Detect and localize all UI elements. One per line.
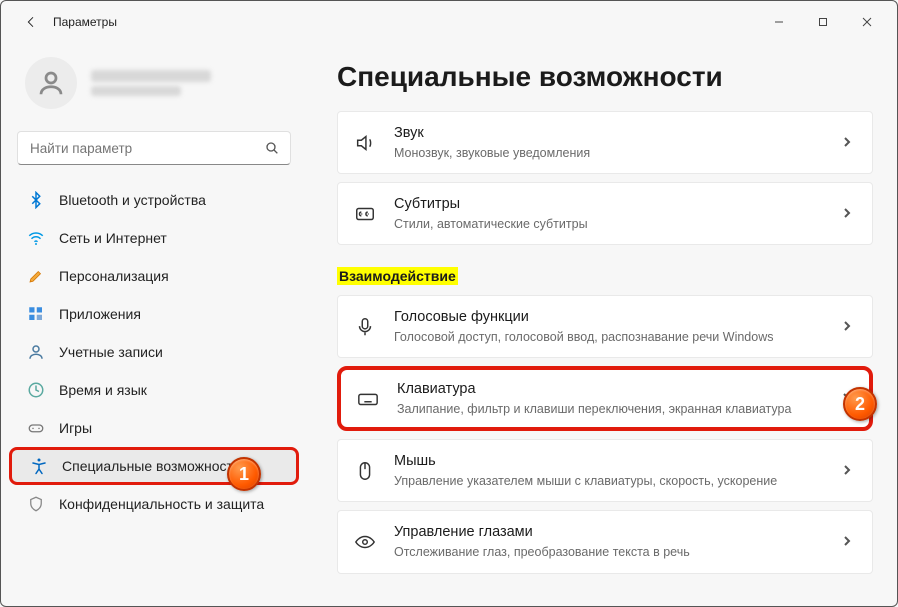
- titlebar: Параметры: [1, 1, 897, 43]
- card-sub: Голосовой доступ, голосовой ввод, распоз…: [394, 329, 826, 345]
- window-title: Параметры: [53, 15, 117, 29]
- accounts-icon: [27, 343, 45, 361]
- card-voice[interactable]: Голосовые функции Голосовой доступ, голо…: [337, 295, 873, 358]
- sidebar-item-label: Bluetooth и устройства: [59, 192, 206, 208]
- card-sub: Отслеживание глаз, преобразование текста…: [394, 544, 826, 560]
- card-title: Голосовые функции: [394, 308, 826, 327]
- sidebar-item-gaming[interactable]: Игры: [9, 409, 299, 447]
- page-title: Специальные возможности: [337, 61, 873, 93]
- chevron-right-icon: [842, 134, 856, 152]
- accessibility-icon: [30, 457, 48, 475]
- chevron-right-icon: [842, 205, 856, 223]
- sidebar-item-label: Учетные записи: [59, 344, 163, 360]
- sidebar-item-time-language[interactable]: Время и язык: [9, 371, 299, 409]
- search-icon: [264, 140, 280, 156]
- sidebar-item-label: Приложения: [59, 306, 141, 322]
- sidebar-item-bluetooth[interactable]: Bluetooth и устройства: [9, 181, 299, 219]
- back-button[interactable]: [15, 6, 47, 38]
- search-box[interactable]: [17, 131, 291, 165]
- chevron-right-icon: [842, 533, 856, 551]
- sidebar: Bluetooth и устройства Сеть и Интернет П…: [1, 43, 307, 606]
- account-block[interactable]: [5, 47, 303, 125]
- account-name-redacted: [91, 70, 211, 96]
- close-button[interactable]: [845, 7, 889, 37]
- search-input[interactable]: [30, 141, 264, 156]
- card-captions[interactable]: Субтитры Стили, автоматические субтитры: [337, 182, 873, 245]
- gamepad-icon: [27, 419, 45, 437]
- sidebar-item-label: Время и язык: [59, 382, 147, 398]
- bluetooth-icon: [27, 191, 45, 209]
- mouse-icon: [352, 460, 378, 482]
- card-title: Клавиатура: [397, 380, 825, 399]
- card-title: Субтитры: [394, 195, 826, 214]
- shield-icon: [27, 495, 45, 513]
- annotation-callout-2: 2: [843, 387, 877, 421]
- captions-icon: [352, 203, 378, 225]
- sidebar-item-label: Специальные возможности: [62, 458, 241, 474]
- clock-globe-icon: [27, 381, 45, 399]
- card-title: Управление глазами: [394, 523, 826, 542]
- card-sound[interactable]: Звук Монозвук, звуковые уведомления: [337, 111, 873, 174]
- chevron-right-icon: [842, 318, 856, 336]
- section-interaction: Взаимодействие: [337, 267, 458, 285]
- sidebar-item-accounts[interactable]: Учетные записи: [9, 333, 299, 371]
- sidebar-item-label: Сеть и Интернет: [59, 230, 167, 246]
- keyboard-icon: [355, 388, 381, 410]
- card-sub: Залипание, фильтр и клавиши переключения…: [397, 401, 825, 417]
- card-title: Мышь: [394, 452, 826, 471]
- card-keyboard[interactable]: Клавиатура Залипание, фильтр и клавиши п…: [337, 366, 873, 431]
- sidebar-item-privacy[interactable]: Конфиденциальность и защита: [9, 485, 299, 523]
- card-sub: Управление указателем мыши с клавиатуры,…: [394, 473, 826, 489]
- wifi-icon: [27, 229, 45, 247]
- window-controls: [757, 7, 889, 37]
- maximize-button[interactable]: [801, 7, 845, 37]
- minimize-button[interactable]: [757, 7, 801, 37]
- card-eye-control[interactable]: Управление глазами Отслеживание глаз, пр…: [337, 510, 873, 573]
- sidebar-item-label: Конфиденциальность и защита: [59, 496, 264, 512]
- card-sub: Монозвук, звуковые уведомления: [394, 145, 826, 161]
- card-mouse[interactable]: Мышь Управление указателем мыши с клавиа…: [337, 439, 873, 502]
- main-content: Специальные возможности Звук Монозвук, з…: [307, 43, 897, 606]
- card-title: Звук: [394, 124, 826, 143]
- annotation-callout-1: 1: [227, 457, 261, 491]
- sidebar-item-network[interactable]: Сеть и Интернет: [9, 219, 299, 257]
- brush-icon: [27, 267, 45, 285]
- apps-icon: [27, 305, 45, 323]
- eye-icon: [352, 531, 378, 553]
- card-sub: Стили, автоматические субтитры: [394, 216, 826, 232]
- sidebar-item-personalization[interactable]: Персонализация: [9, 257, 299, 295]
- avatar: [25, 57, 77, 109]
- sidebar-item-label: Персонализация: [59, 268, 169, 284]
- sound-icon: [352, 132, 378, 154]
- mic-icon: [352, 316, 378, 338]
- sidebar-item-label: Игры: [59, 420, 92, 436]
- sidebar-item-apps[interactable]: Приложения: [9, 295, 299, 333]
- chevron-right-icon: [842, 462, 856, 480]
